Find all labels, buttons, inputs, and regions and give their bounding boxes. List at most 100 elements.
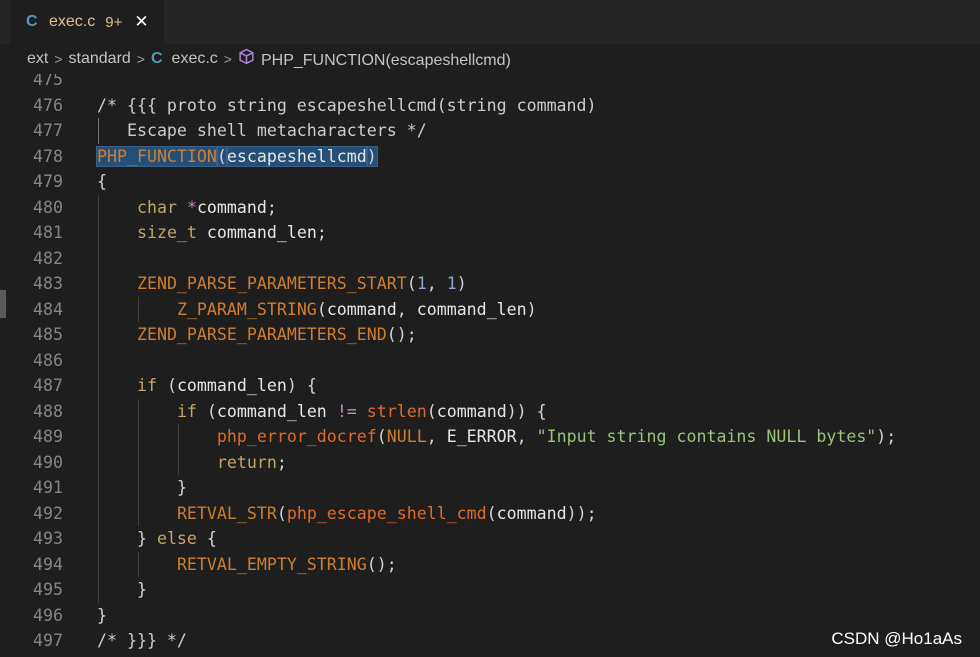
tab-bar: C exec.c 9+ ✕ xyxy=(0,0,980,44)
code-token: ) xyxy=(365,145,378,167)
code-token: ( xyxy=(276,503,287,523)
code-editor[interactable]: 475 476 /* {{{ proto string escapeshellcmd… xyxy=(0,74,980,657)
code-line[interactable]: 485 ZEND_PARSE_PARAMETERS_END(); xyxy=(0,322,980,348)
tab-label: exec.c xyxy=(49,13,96,30)
code-line[interactable]: 475 xyxy=(0,74,980,93)
code-token: * xyxy=(186,197,197,217)
code-token: (); xyxy=(366,554,397,574)
code-token: php_error_docref xyxy=(216,427,377,446)
code-line[interactable]: 494 RETVAL_EMPTY_STRING(); xyxy=(0,552,980,578)
code-text: if (command_len) { xyxy=(97,373,317,399)
close-icon[interactable]: ✕ xyxy=(134,12,148,32)
scroll-position-marker xyxy=(0,290,6,318)
code-token: NULL xyxy=(386,427,427,446)
breadcrumb-item-file[interactable]: Cexec.c xyxy=(151,50,218,68)
code-line[interactable]: 478 PHP_FUNCTION(escapeshellcmd) xyxy=(0,144,980,170)
code-line[interactable]: 492 RETVAL_STR(php_escape_shell_cmd(comm… xyxy=(0,501,980,527)
breadcrumb: ext > standard > Cexec.c > PHP_FUNCTION(… xyxy=(0,44,980,74)
breadcrumb-item-ext[interactable]: ext xyxy=(27,50,48,68)
code-token: )) { xyxy=(506,401,547,421)
code-line[interactable]: 482 xyxy=(0,246,980,272)
code-token: ( xyxy=(406,274,417,293)
code-token: escapeshellcmd xyxy=(225,145,368,167)
line-number: 477 xyxy=(33,121,63,140)
breadcrumb-file-label: exec.c xyxy=(171,50,218,67)
problem-count-badge: 9+ xyxy=(105,13,123,31)
code-text: php_error_docref(NULL, E_ERROR, "Input s… xyxy=(97,424,896,450)
code-token: ) xyxy=(456,274,467,293)
breadcrumb-item-standard[interactable]: standard xyxy=(69,50,131,68)
line-number: 493 xyxy=(33,529,63,548)
code-text: /* }}} */ xyxy=(97,628,187,654)
code-token: Z_PARAM_STRING xyxy=(176,299,317,319)
code-token: command xyxy=(436,401,507,421)
code-line[interactable]: 477 Escape shell metacharacters */ xyxy=(0,118,980,144)
code-text: } xyxy=(97,603,107,629)
code-text: if (command_len != strlen(command)) { xyxy=(97,399,547,425)
code-text: ZEND_PARSE_PARAMETERS_END(); xyxy=(97,322,417,348)
code-token: command xyxy=(496,503,567,523)
line-number: 488 xyxy=(33,401,63,421)
code-line[interactable]: 488 if (command_len != strlen(command)) … xyxy=(0,399,980,425)
c-file-icon: C xyxy=(150,50,163,67)
code-line[interactable]: 491 } xyxy=(0,475,980,501)
code-line[interactable]: 479 { xyxy=(0,169,980,195)
code-line[interactable]: 481 size_t command_len; xyxy=(0,220,980,246)
code-line[interactable]: 490 return; xyxy=(0,450,980,476)
code-token: )); xyxy=(566,503,597,523)
code-line[interactable]: 486 xyxy=(0,348,980,374)
code-token: ( xyxy=(316,299,327,319)
chevron-right-icon: > xyxy=(136,51,145,67)
code-line[interactable]: 493 } else { xyxy=(0,526,980,552)
code-token: ( xyxy=(486,503,497,523)
tab-exec-c[interactable]: C exec.c 9+ ✕ xyxy=(10,0,164,44)
breadcrumb-symbol-label: PHP_FUNCTION(escapeshellcmd) xyxy=(260,52,511,69)
code-token: ( xyxy=(196,401,217,421)
code-line[interactable]: 484 Z_PARAM_STRING(command, command_len) xyxy=(0,297,980,323)
code-line[interactable]: 489 php_error_docref(NULL, E_ERROR, "Inp… xyxy=(0,424,980,450)
code-line[interactable]: 487 if (command_len) { xyxy=(0,373,980,399)
code-token: size_t xyxy=(136,223,197,242)
code-text: size_t command_len; xyxy=(97,220,327,246)
code-token: , xyxy=(426,274,447,293)
code-token: command xyxy=(196,197,267,217)
code-line[interactable]: 483 ZEND_PARSE_PARAMETERS_START(1, 1) xyxy=(0,271,980,297)
code-token: ( xyxy=(426,401,437,421)
code-token: E_ERROR xyxy=(446,427,517,446)
line-number: 487 xyxy=(33,376,63,395)
code-text: { xyxy=(97,169,107,195)
code-token: ZEND_PARSE_PARAMETERS_START xyxy=(136,274,407,293)
code-line[interactable]: 480 char *command; xyxy=(0,195,980,221)
breadcrumb-item-symbol[interactable]: PHP_FUNCTION(escapeshellcmd) xyxy=(238,48,511,70)
line-number: 479 xyxy=(33,172,63,191)
code-line[interactable]: 496} xyxy=(0,603,980,629)
code-line[interactable]: 495 } xyxy=(0,577,980,603)
code-token: command_len xyxy=(416,299,527,319)
code-token: , xyxy=(516,427,537,446)
code-text: } xyxy=(97,577,147,603)
code-token: { xyxy=(97,172,107,191)
code-token: if xyxy=(176,401,197,421)
code-text: ZEND_PARSE_PARAMETERS_START(1, 1) xyxy=(97,271,467,297)
code-token: 1 xyxy=(446,274,457,293)
code-token: return xyxy=(216,452,277,472)
chevron-right-icon: > xyxy=(54,51,63,67)
line-number: 497 xyxy=(33,631,63,650)
line-number: 492 xyxy=(33,503,63,523)
line-number: 484 xyxy=(33,299,63,319)
line-number: 475 xyxy=(33,74,63,89)
code-token: } xyxy=(97,605,107,625)
code-token: command xyxy=(326,299,397,319)
code-line[interactable]: 476 /* {{{ proto string escapeshellcmd(st… xyxy=(0,93,980,119)
watermark: CSDN @Ho1aAs xyxy=(831,629,962,648)
